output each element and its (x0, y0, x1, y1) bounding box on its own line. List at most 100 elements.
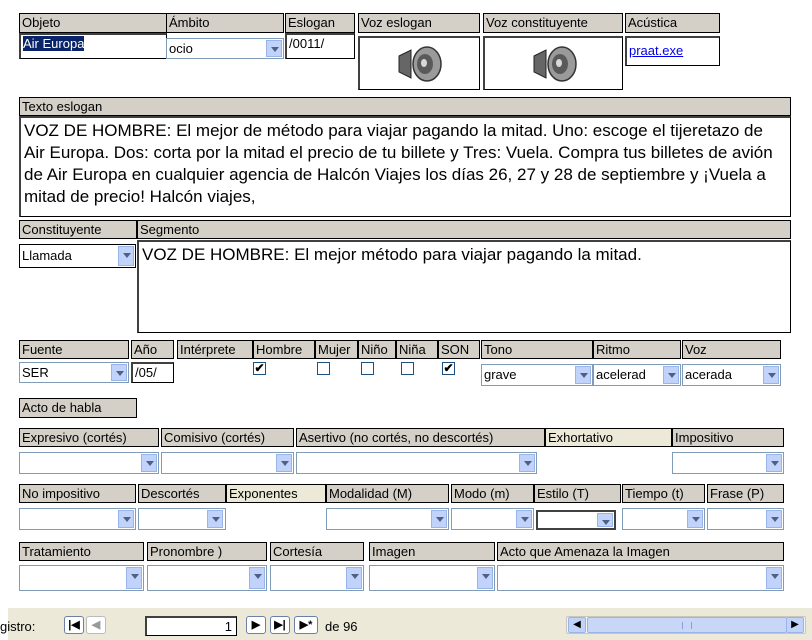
chevron-down-icon[interactable] (519, 454, 535, 472)
speaker-icon (398, 46, 442, 82)
chevron-down-icon[interactable] (207, 510, 223, 528)
new-record-icon[interactable]: ▶* (294, 616, 318, 634)
chevron-down-icon[interactable] (141, 454, 157, 472)
tratamiento-label: Tratamiento (19, 542, 144, 561)
chevron-down-icon[interactable] (575, 366, 591, 384)
chevron-down-icon[interactable] (431, 510, 447, 528)
pronombre-select[interactable] (147, 565, 267, 591)
objeto-label: Objeto (19, 13, 167, 33)
chevron-down-icon[interactable] (687, 510, 703, 528)
record-number-value: 1 (224, 619, 232, 634)
fuente-value: SER (22, 365, 49, 380)
scroll-thumb[interactable] (587, 617, 787, 633)
estilo-select[interactable] (536, 510, 616, 530)
ritmo-label: Ritmo (593, 340, 681, 359)
nina-label: Niña (396, 340, 438, 359)
grip-icon (682, 622, 692, 629)
chevron-down-icon[interactable] (766, 567, 782, 589)
ritmo-select[interactable]: acelerad (593, 364, 681, 386)
scroll-left-icon[interactable]: ◀ (568, 617, 586, 633)
hombre-label: Hombre (253, 340, 315, 359)
acto-de-habla-label: Acto de habla (19, 398, 137, 418)
pronombre-label: Pronombre ) (147, 542, 267, 561)
record-nav-label: gistro: (0, 619, 36, 634)
son-checkbox[interactable]: ✔ (442, 362, 455, 375)
nino-checkbox[interactable] (361, 362, 374, 375)
mujer-label: Mujer (315, 340, 358, 359)
constituyente-value: Llamada (22, 248, 72, 263)
descortes-select[interactable] (138, 508, 226, 530)
expresivo-select[interactable] (19, 452, 159, 474)
texto-eslogan-field[interactable]: VOZ DE HOMBRE: El mejor de método para v… (19, 116, 791, 217)
next-record-icon[interactable]: ▶ (246, 616, 266, 634)
chevron-down-icon[interactable] (276, 454, 292, 472)
record-number-input[interactable]: 1 (145, 616, 237, 636)
acto-amenaza-label: Acto que Amenaza la Imagen (497, 542, 784, 561)
chevron-down-icon[interactable] (111, 364, 127, 381)
ambito-select[interactable]: ocio (166, 38, 284, 59)
fuente-select[interactable]: SER (19, 362, 129, 383)
objeto-value: Air Europa (23, 36, 85, 51)
chevron-down-icon[interactable] (766, 454, 782, 472)
ambito-value: ocio (169, 41, 193, 56)
first-record-icon[interactable]: |◀ (64, 616, 84, 634)
chevron-down-icon[interactable] (597, 513, 613, 527)
modo-select[interactable] (451, 508, 534, 530)
tratamiento-select[interactable] (19, 565, 144, 591)
tono-select[interactable]: grave (481, 364, 593, 386)
comisivo-select[interactable] (161, 452, 294, 474)
son-label: SON (438, 340, 480, 359)
constituyente-label: Constituyente (19, 220, 137, 239)
last-record-icon[interactable]: ▶| (270, 616, 290, 634)
voz-eslogan-player[interactable] (358, 36, 480, 90)
acustica-label: Acústica (625, 13, 720, 33)
tiempo-select[interactable] (622, 508, 705, 530)
acustica-link[interactable]: praat.exe (629, 43, 683, 58)
anio-label: Año (131, 340, 174, 359)
asertivo-select[interactable] (296, 452, 537, 474)
no-impositivo-select[interactable] (19, 508, 136, 530)
eslogan-field[interactable]: /0011/ (285, 33, 355, 59)
voz-label: Voz (682, 340, 781, 359)
mujer-checkbox[interactable] (317, 362, 330, 375)
previous-record-icon[interactable]: ◀ (86, 616, 106, 634)
chevron-down-icon[interactable] (477, 567, 493, 589)
chevron-down-icon[interactable] (763, 366, 779, 384)
cortesia-select[interactable] (270, 565, 364, 591)
voz-constituyente-label: Voz constituyente (483, 13, 623, 33)
acustica-field[interactable]: praat.exe (625, 36, 720, 66)
tono-label: Tono (481, 340, 593, 359)
imagen-select[interactable] (369, 565, 495, 591)
horizontal-scrollbar[interactable]: ◀ ▶ (566, 616, 806, 634)
objeto-field[interactable]: Air Europa (19, 33, 167, 59)
chevron-down-icon[interactable] (118, 510, 134, 528)
asertivo-label: Asertivo (no cortés, no descortés) (296, 428, 545, 447)
constituyente-select[interactable]: Llamada (19, 244, 136, 268)
chevron-down-icon[interactable] (766, 510, 782, 528)
tono-value: grave (484, 367, 517, 382)
chevron-down-icon[interactable] (663, 366, 679, 384)
imagen-label: Imagen (369, 542, 495, 561)
chevron-down-icon[interactable] (249, 567, 265, 589)
segmento-field[interactable]: VOZ DE HOMBRE: El mejor método para viaj… (137, 240, 791, 333)
impositivo-select[interactable] (672, 452, 784, 474)
chevron-down-icon[interactable] (516, 510, 532, 528)
frase-select[interactable] (707, 508, 784, 530)
modalidad-select[interactable] (326, 508, 449, 530)
nina-checkbox[interactable] (401, 362, 414, 375)
hombre-checkbox[interactable]: ✔ (253, 362, 266, 375)
anio-field[interactable]: /05/ (131, 362, 174, 383)
tiempo-label: Tiempo (t) (622, 484, 705, 503)
speaker-icon (533, 46, 577, 82)
chevron-down-icon[interactable] (346, 567, 362, 589)
chevron-down-icon[interactable] (118, 246, 134, 266)
voz-select[interactable]: acerada (682, 364, 781, 386)
chevron-down-icon[interactable] (266, 40, 282, 57)
voz-constituyente-player[interactable] (483, 36, 623, 90)
segmento-label: Segmento (137, 220, 791, 239)
scroll-right-icon[interactable]: ▶ (786, 617, 804, 633)
comisivo-label: Comisivo (cortés) (161, 428, 294, 447)
descortes-label: Descortés (138, 484, 226, 503)
acto-amenaza-select[interactable] (497, 565, 784, 591)
chevron-down-icon[interactable] (126, 567, 142, 589)
